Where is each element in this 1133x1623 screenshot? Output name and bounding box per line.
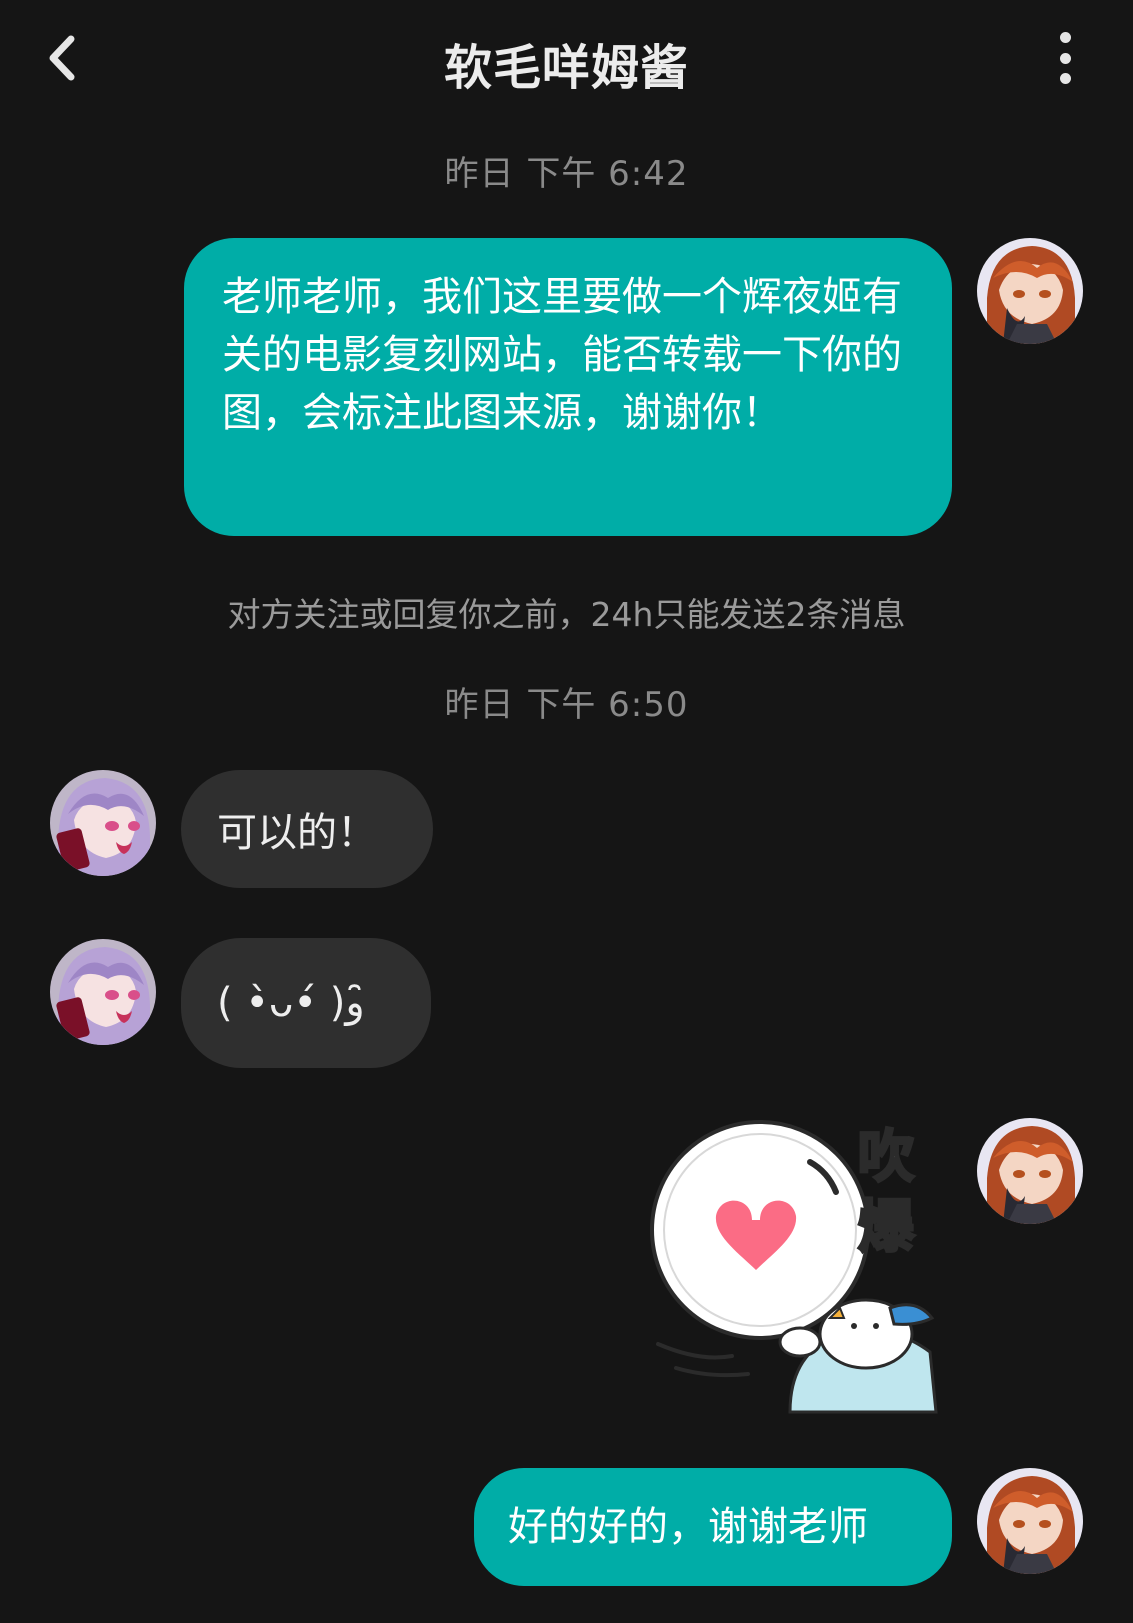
contact-avatar[interactable]	[50, 939, 156, 1045]
message-text: 老师老师，我们这里要做一个辉夜姬有关的电影复刻网站，能否转载一下你的图，会标注此…	[222, 274, 902, 436]
sticker-text: 吹	[858, 1125, 914, 1190]
sticker-message[interactable]: 吹 爆	[640, 1112, 955, 1420]
message-text: ( •̀ᴗ•́ )و ̑̑	[217, 980, 378, 1026]
outgoing-message[interactable]: 好的好的，谢谢老师	[474, 1468, 952, 1586]
contact-avatar[interactable]	[50, 770, 156, 876]
message-text: 可以的！	[217, 810, 377, 856]
my-avatar[interactable]	[977, 1118, 1083, 1224]
more-options-button[interactable]	[1050, 28, 1080, 88]
incoming-message[interactable]: ( •̀ᴗ•́ )و ̑̑	[181, 938, 431, 1068]
my-avatar[interactable]	[977, 238, 1083, 344]
message-text: 好的好的，谢谢老师	[508, 1504, 868, 1550]
incoming-message[interactable]: 可以的！	[181, 770, 433, 888]
message-limit-notice: 对方关注或回复你之前，24h只能发送2条消息	[227, 595, 906, 634]
chat-title: 软毛咩姆酱	[443, 40, 689, 96]
outgoing-message[interactable]: 老师老师，我们这里要做一个辉夜姬有关的电影复刻网站，能否转载一下你的图，会标注此…	[184, 238, 952, 536]
timestamp: 昨日 下午 6:42	[444, 154, 689, 194]
timestamp: 昨日 下午 6:50	[444, 685, 689, 725]
chat-header: 软毛咩姆酱	[0, 0, 1133, 120]
svg-text:爆: 爆	[858, 1195, 915, 1260]
my-avatar[interactable]	[977, 1468, 1083, 1574]
more-vertical-icon	[1059, 32, 1071, 43]
